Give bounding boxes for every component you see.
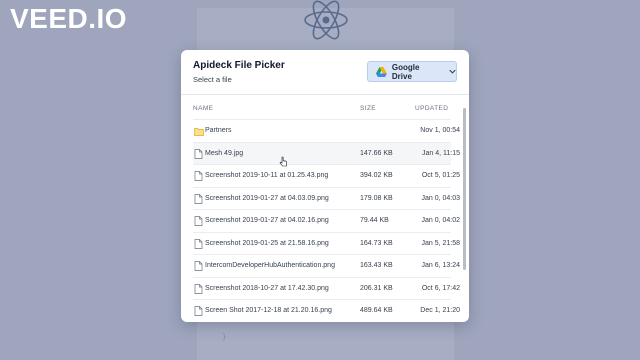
file-name: Screen Shot 2017-12-18 at 21.20.16.png	[205, 307, 332, 314]
file-row[interactable]: Screenshot 2018-10-27 at 17.42.30.png 20…	[193, 276, 460, 300]
file-size: 164.73 KB	[360, 239, 393, 247]
file-name: Partners	[205, 127, 232, 134]
google-drive-icon	[376, 66, 387, 77]
modal-title: Apideck File Picker	[193, 60, 285, 71]
file-name: Screenshot 2019-01-27 at 04.02.16.png	[205, 217, 329, 224]
file-updated: Oct 6, 17:42	[421, 284, 460, 292]
file-row[interactable]: Screenshot 2019-01-27 at 04.02.16.png 79…	[193, 209, 460, 232]
file-updated: Jan 6, 13:24	[421, 262, 460, 269]
mouse-pointer-icon	[279, 156, 287, 167]
file-icon	[194, 193, 203, 204]
chevron-down-icon	[449, 69, 456, 74]
file-icon	[194, 306, 203, 316]
file-size: 394.02 KB	[360, 172, 393, 179]
file-updated: Nov 1, 00:54	[420, 127, 460, 134]
column-header-name[interactable]: NAME	[193, 105, 213, 112]
file-size: 179.08 KB	[360, 194, 393, 202]
file-row[interactable]: IntercomDeveloperHubAuthentication.png 1…	[193, 254, 460, 277]
file-icon	[194, 148, 203, 159]
file-size: 206.31 KB	[360, 284, 393, 292]
file-updated: Jan 5, 21:58	[421, 239, 460, 247]
file-name: Screenshot 2018-10-27 at 17.42.30.png	[205, 284, 329, 292]
file-name: Screenshot 2019-01-25 at 21.58.16.png	[205, 239, 329, 247]
veed-watermark: VEED.IO	[10, 3, 128, 34]
file-name: Screenshot 2019-01-27 at 04.03.09.png	[205, 194, 329, 202]
file-list: Partners Nov 1, 00:54 Mesh 49.jpg 147.66…	[193, 119, 460, 322]
file-updated: Jan 0, 04:02	[421, 217, 460, 224]
file-updated: Jan 0, 04:03	[421, 194, 460, 202]
column-header-size[interactable]: SIZE	[360, 105, 376, 112]
background-code-line: }	[222, 334, 227, 342]
file-size: 147.66 KB	[360, 149, 393, 157]
file-icon	[194, 283, 203, 294]
file-name: Screenshot 2019-10-11 at 01.25.43.png	[205, 172, 329, 179]
file-name: IntercomDeveloperHubAuthentication.png	[205, 262, 335, 269]
modal-header: Apideck File Picker Select a file Google…	[181, 50, 469, 94]
file-updated: Oct 5, 01:25	[421, 172, 460, 179]
file-row[interactable]: Screen Shot 2017-12-18 at 21.20.16.png 4…	[193, 299, 460, 322]
file-table-header: NAME SIZE UPDATED	[193, 105, 455, 117]
modal-subtitle: Select a file	[193, 75, 232, 84]
file-row[interactable]: Screenshot 2019-10-11 at 01.25.43.png 39…	[193, 164, 460, 187]
scrollbar-thumb[interactable]	[463, 108, 466, 270]
header-divider	[181, 94, 469, 95]
file-row[interactable]: Screenshot 2019-01-27 at 04.03.09.png 17…	[193, 186, 460, 210]
react-logo-icon	[304, 0, 348, 40]
column-header-updated[interactable]: UPDATED	[415, 105, 448, 112]
file-size: 79.44 KB	[360, 217, 389, 224]
file-row[interactable]: Screenshot 2019-01-25 at 21.58.16.png 16…	[193, 231, 460, 255]
source-dropdown-button[interactable]: Google Drive	[367, 61, 457, 82]
file-icon	[194, 171, 203, 181]
file-size: 163.43 KB	[360, 262, 393, 269]
file-icon	[194, 261, 203, 271]
file-row[interactable]: Mesh 49.jpg 147.66 KB Jan 4, 11:15	[193, 141, 460, 164]
folder-icon	[194, 128, 204, 136]
file-name: Mesh 49.jpg	[205, 149, 244, 157]
source-dropdown-label: Google Drive	[391, 62, 420, 81]
file-icon	[194, 216, 203, 226]
file-row-folder[interactable]: Partners Nov 1, 00:54	[193, 119, 460, 142]
file-updated: Dec 1, 21:20	[420, 307, 460, 314]
file-updated: Jan 4, 11:15	[421, 149, 460, 157]
file-icon	[194, 238, 203, 249]
file-picker-modal: Apideck File Picker Select a file Google…	[181, 50, 469, 322]
file-size: 489.64 KB	[360, 307, 393, 314]
